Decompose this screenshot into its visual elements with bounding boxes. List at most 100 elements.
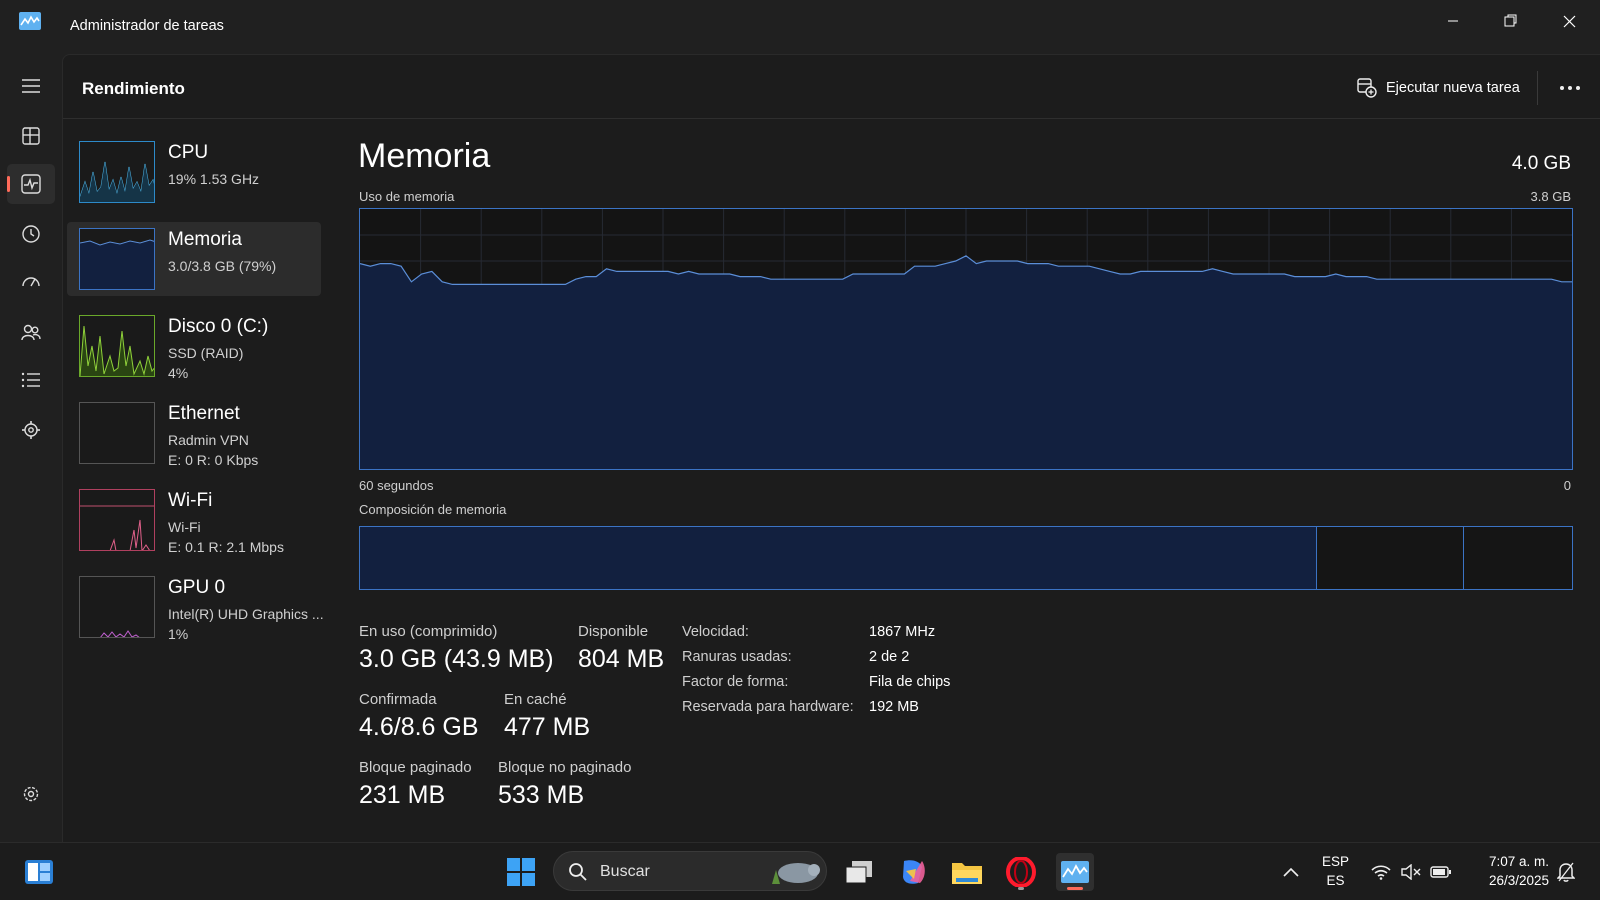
nav-users[interactable] xyxy=(7,312,55,352)
system-clock[interactable]: 7:07 a. m. 26/3/2025 xyxy=(1474,852,1549,890)
chevron-up-icon xyxy=(1283,867,1299,877)
performance-icon xyxy=(21,174,41,194)
usage-area xyxy=(360,255,1572,469)
hamburger-icon xyxy=(22,79,40,93)
processes-icon xyxy=(22,127,40,145)
copilot-icon xyxy=(903,860,925,884)
device-detail: 3.0/3.8 GB (79%) xyxy=(168,258,277,274)
battery-button[interactable] xyxy=(1428,853,1454,891)
nav-startup-apps[interactable] xyxy=(7,262,55,302)
widgets-button[interactable] xyxy=(20,853,58,891)
main-panel: Rendimiento Ejecutar nueva tarea CPU 19%… xyxy=(62,54,1600,842)
nav-services[interactable] xyxy=(7,410,55,450)
composition-label: Composición de memoria xyxy=(359,502,507,517)
restore-button[interactable] xyxy=(1488,4,1534,38)
widgets-icon xyxy=(25,860,53,884)
notifications-button[interactable] xyxy=(1553,853,1579,891)
run-task-icon xyxy=(1357,78,1377,98)
form-factor-value: Fila de chips xyxy=(869,674,951,690)
start-button[interactable] xyxy=(502,853,540,891)
title-bar: Administrador de tareas xyxy=(0,0,1600,54)
clock-date: 26/3/2025 xyxy=(1488,873,1549,888)
ethernet-thumbnail xyxy=(79,402,155,464)
memory-total: 4.0 GB xyxy=(1511,153,1571,174)
show-hidden-icons-button[interactable] xyxy=(1272,853,1310,891)
task-manager-taskbar-button[interactable] xyxy=(1056,853,1094,891)
nav-processes[interactable] xyxy=(7,116,55,156)
available-label: Disponible xyxy=(578,623,649,640)
input-language-indicator[interactable]: ESP ES xyxy=(1322,852,1349,890)
windows-logo-icon xyxy=(507,858,535,886)
time-span-label: 60 segundos xyxy=(359,478,434,493)
in-use-label: En uso (comprimido) xyxy=(359,623,498,640)
in-use-value: 3.0 GB (43.9 MB) xyxy=(359,645,554,673)
nav-settings[interactable] xyxy=(7,774,55,814)
history-icon xyxy=(22,225,40,243)
hardware-reserved-value: 192 MB xyxy=(869,699,919,715)
active-indicator xyxy=(7,176,10,192)
cached-value: 477 MB xyxy=(504,713,591,741)
minimize-button[interactable] xyxy=(1430,4,1476,38)
services-icon xyxy=(22,421,40,439)
manatee-search-highlight-icon xyxy=(772,863,820,884)
paged-pool-label: Bloque paginado xyxy=(359,759,472,776)
nav-details[interactable] xyxy=(7,360,55,400)
device-item-wifi[interactable]: Wi-Fi Wi-Fi E: 0.1 R: 2.1 Mbps xyxy=(67,483,321,557)
hardware-reserved-label: Reservada para hardware: xyxy=(682,699,854,715)
device-item-cpu[interactable]: CPU 19% 1.53 GHz xyxy=(67,135,321,209)
gear-icon xyxy=(23,786,39,802)
running-indicator xyxy=(1018,887,1024,890)
form-factor-label: Factor de forma: xyxy=(682,674,789,690)
window-title: Administrador de tareas xyxy=(70,18,224,34)
slots-label: Ranuras usadas: xyxy=(682,649,792,665)
startup-gauge-icon xyxy=(22,277,40,287)
device-detail: 1% xyxy=(168,626,189,642)
device-detail: E: 0.1 R: 2.1 Mbps xyxy=(168,539,284,555)
more-options-button[interactable] xyxy=(1553,72,1587,104)
memory-composition-bar xyxy=(359,526,1573,590)
composition-divider xyxy=(1462,527,1464,589)
device-detail: E: 0 R: 0 Kbps xyxy=(168,452,259,468)
wifi-icon xyxy=(1371,865,1391,880)
device-item-gpu[interactable]: GPU 0 Intel(R) UHD Graphics ... 1% xyxy=(67,570,324,644)
run-task-label: Ejecutar nueva tarea xyxy=(1386,80,1520,96)
hamburger-menu-button[interactable] xyxy=(7,66,55,106)
opera-browser-button[interactable] xyxy=(1002,853,1040,891)
copilot-button[interactable] xyxy=(894,853,932,891)
nonpaged-pool-value: 533 MB xyxy=(498,781,585,809)
speed-value: 1867 MHz xyxy=(869,624,936,640)
ellipsis-icon xyxy=(1560,86,1580,90)
committed-value: 4.6/8.6 GB xyxy=(359,713,479,741)
taskbar-search[interactable]: Buscar xyxy=(553,851,827,891)
device-detail: Wi-Fi xyxy=(168,519,201,535)
disk-thumbnail xyxy=(79,315,155,377)
wifi-status-button[interactable] xyxy=(1368,853,1394,891)
close-button[interactable] xyxy=(1546,4,1592,38)
device-name: GPU 0 xyxy=(168,577,226,598)
file-explorer-button[interactable] xyxy=(948,853,986,891)
device-item-disk[interactable]: Disco 0 (C:) SSD (RAID) 4% xyxy=(67,309,321,383)
device-list: CPU 19% 1.53 GHz Memoria 3.0/3.8 GB (79%… xyxy=(67,135,324,657)
memory-thumbnail xyxy=(79,228,155,290)
task-manager-icon xyxy=(1061,861,1089,883)
device-detail: Radmin VPN xyxy=(168,432,249,448)
device-detail: SSD (RAID) xyxy=(168,345,244,361)
device-name: Memoria xyxy=(168,229,242,250)
speed-label: Velocidad: xyxy=(682,624,749,640)
taskbar: Buscar ESP ES 7:07 a. m. 26/3/2025 xyxy=(0,842,1600,900)
device-detail: 4% xyxy=(168,365,189,381)
nav-app-history[interactable] xyxy=(7,214,55,254)
volume-button[interactable] xyxy=(1398,853,1424,891)
task-view-button[interactable] xyxy=(840,853,878,891)
language-code: ESP xyxy=(1322,854,1350,869)
clock-time: 7:07 a. m. xyxy=(1488,854,1549,869)
header-separator xyxy=(1537,71,1538,105)
navigation-rail xyxy=(0,54,62,842)
nav-performance[interactable] xyxy=(7,164,55,204)
keyboard-layout-code: ES xyxy=(1326,873,1345,888)
run-new-task-button[interactable]: Ejecutar nueva tarea xyxy=(1351,72,1526,104)
device-item-ethernet[interactable]: Ethernet Radmin VPN E: 0 R: 0 Kbps xyxy=(67,396,321,470)
device-name: Wi-Fi xyxy=(168,490,213,511)
device-item-memory[interactable]: Memoria 3.0/3.8 GB (79%) xyxy=(67,222,321,296)
search-placeholder: Buscar xyxy=(600,863,650,880)
